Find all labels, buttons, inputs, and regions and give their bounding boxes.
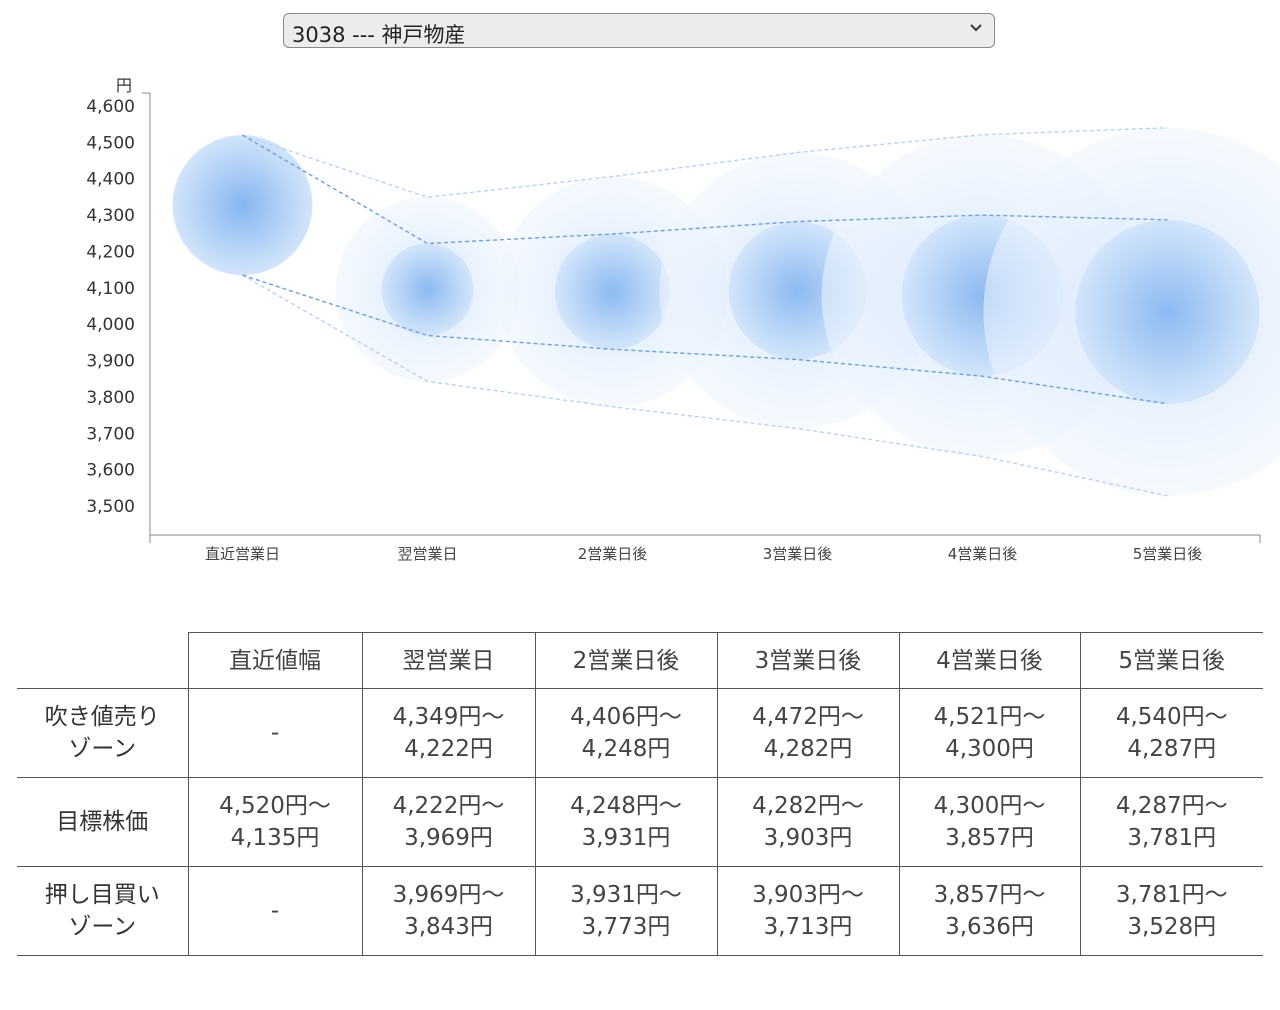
table-cell: 4,300円〜 3,857円: [898, 777, 1081, 867]
y-tick-label: 4,600: [86, 97, 135, 117]
y-tick-label: 4,200: [86, 243, 135, 263]
cell-value: 4,521円〜: [933, 704, 1046, 730]
table-cell: 3,857円〜 3,636円: [898, 866, 1081, 956]
cell-value: 3,931円: [581, 825, 671, 851]
cell-value: -: [270, 898, 280, 924]
cell-value: 3,713円: [763, 914, 853, 940]
column-header: 4営業日後: [898, 632, 1081, 689]
cell-value: 4,540円〜: [1115, 704, 1228, 730]
y-tick-label: 4,400: [86, 170, 135, 190]
y-tick-label: 3,900: [86, 352, 135, 372]
y-tick-label: 4,000: [86, 315, 135, 335]
table-header-row: 直近値幅 翌営業日 2営業日後 3営業日後 4営業日後 5営業日後: [17, 632, 1263, 689]
cell-value: 4,520円〜: [219, 793, 331, 819]
table-cell: 4,222円〜 3,969円: [361, 777, 536, 867]
cell-value: 3,903円: [763, 825, 853, 851]
y-tick-label: 4,500: [86, 133, 135, 153]
y-tick-label: 3,600: [86, 461, 135, 481]
cell-value: 4,472円〜: [752, 704, 864, 730]
x-tick-label: 直近営業日: [205, 545, 280, 563]
cell-value: 3,636円: [945, 914, 1034, 940]
x-tick-label: 5営業日後: [1133, 545, 1203, 563]
price-zone-table: 直近値幅 翌営業日 2営業日後 3営業日後 4営業日後 5営業日後 吹き値売りゾーン - 4,…: [17, 632, 1263, 956]
y-tick-label: 4,300: [86, 206, 135, 226]
price-range-chart: 円 3,500 3,600 3,700 3,800 3,900 4,000 4,100 4,20…: [86, 76, 1280, 563]
table-row: 吹き値売りゾーン - 4,349円〜 4,222円 4,406円〜 4,248円 4,472…: [17, 688, 1263, 778]
y-axis-unit-label: 円: [116, 76, 132, 95]
column-header: 直近値幅: [187, 632, 363, 689]
row-header-text: ゾーン: [68, 914, 137, 940]
table-cell: 4,287円〜 3,781円: [1079, 777, 1263, 867]
row-header-text: ゾーン: [68, 736, 137, 762]
row-header: 目標株価: [17, 777, 189, 867]
cell-value: -: [270, 720, 280, 746]
target-range-bubble: [1075, 219, 1260, 404]
stock-select[interactable]: 3038 --- 神戸物産: [283, 13, 995, 48]
y-tick-label: 3,500: [86, 497, 135, 517]
cell-value: 3,903円〜: [752, 882, 864, 908]
table-cell: -: [187, 688, 363, 778]
column-header: 3営業日後: [716, 632, 900, 689]
cell-value: 3,528円: [1127, 914, 1217, 940]
row-header: 押し目買い ゾーン: [17, 866, 189, 956]
target-range-bubble: [554, 233, 671, 350]
table-cell: 4,540円〜 4,287円: [1079, 688, 1263, 778]
table-cell: 4,520円〜 4,135円: [187, 777, 363, 867]
table-cell: 3,781円〜 3,528円: [1079, 866, 1263, 956]
table-row: 押し目買いゾーン - 3,969円〜 3,843円 3,931円〜 3,773円 3,903…: [17, 866, 1263, 956]
cell-value: 4,248円〜: [570, 793, 682, 819]
column-header: 2営業日後: [534, 632, 718, 689]
table-cell: 4,282円〜 3,903円: [716, 777, 900, 867]
column-header: 翌営業日: [361, 632, 536, 689]
target-range-bubble: [381, 243, 474, 336]
cell-value: 4,282円: [763, 736, 853, 762]
x-tick-label: 2営業日後: [578, 545, 648, 563]
cell-value: 3,781円: [1127, 825, 1217, 851]
table-cell: 4,349円〜 4,222円: [361, 688, 536, 778]
table-cell: 3,969円〜 3,843円: [361, 866, 536, 956]
target-range-bubble: [172, 135, 313, 276]
cell-value: 4,282円〜: [752, 793, 864, 819]
table-cell: -: [187, 866, 363, 956]
cell-value: 4,349円〜: [392, 704, 505, 730]
column-header: 5営業日後: [1079, 632, 1263, 689]
table-cell: 4,406円〜 4,248円: [534, 688, 718, 778]
cell-value: 4,222円〜: [392, 793, 505, 819]
cell-value: 4,300円: [945, 736, 1034, 762]
row-header-text: 吹き値売り: [44, 704, 160, 730]
chevron-down-icon: [970, 24, 982, 32]
cell-value: 3,857円: [945, 825, 1034, 851]
cell-value: 3,969円〜: [392, 882, 505, 908]
cell-value: 4,406円〜: [570, 704, 682, 730]
table-cell: 3,903円〜 3,713円: [716, 866, 900, 956]
y-tick-label: 3,700: [86, 424, 135, 444]
cell-value: 4,222円: [404, 736, 493, 762]
cell-value: 3,857円〜: [933, 882, 1046, 908]
cell-value: 4,287円〜: [1115, 793, 1228, 819]
stock-select-value: 3038 --- 神戸物産: [292, 23, 466, 47]
cell-value: 3,843円: [404, 914, 493, 940]
cell-value: 3,931円〜: [570, 882, 682, 908]
table-cell: 4,472円〜 4,282円: [716, 688, 900, 778]
table-corner-cell: [17, 632, 189, 689]
table-cell: 3,931円〜 3,773円: [534, 866, 718, 956]
cell-value: 3,773円: [581, 914, 671, 940]
y-tick-label: 3,800: [86, 388, 135, 408]
cell-value: 4,248円: [581, 736, 671, 762]
x-tick-label: 翌営業日: [397, 545, 457, 563]
cell-value: 4,287円: [1127, 736, 1217, 762]
row-header: 吹き値売り ゾーン: [17, 688, 189, 778]
row-header-text: 目標株価: [56, 809, 149, 835]
cell-value: 4,135円: [230, 825, 320, 851]
row-header-text: 押し目買い: [44, 882, 160, 908]
x-tick-label: 3営業日後: [763, 545, 833, 563]
cell-value: 3,781円〜: [1115, 882, 1228, 908]
table-cell: 4,521円〜 4,300円: [898, 688, 1081, 778]
cell-value: 3,969円: [404, 825, 493, 851]
table-row: 目標株価 4,520円〜 4,135円 4,222円〜 3,969円 4,248円〜 3,9…: [17, 777, 1263, 867]
x-tick-label: 4営業日後: [948, 545, 1018, 563]
table-cell: 4,248円〜 3,931円: [534, 777, 718, 867]
cell-value: 4,300円〜: [933, 793, 1046, 819]
y-tick-label: 4,100: [86, 279, 135, 299]
